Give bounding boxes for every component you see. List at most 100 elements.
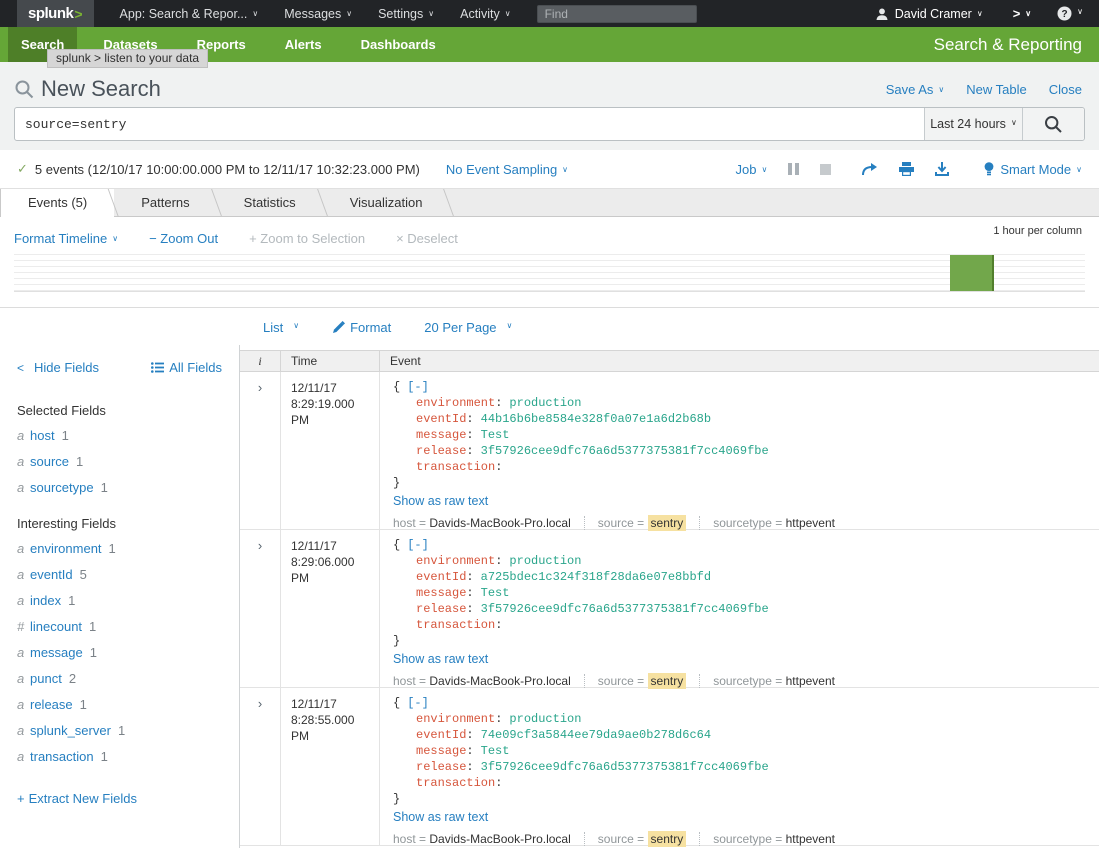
show-raw-text-link[interactable]: Show as raw text — [393, 810, 488, 824]
messages-menu[interactable]: Messages — [284, 7, 352, 21]
collapse-json-link[interactable]: [-] — [407, 380, 429, 394]
format-menu[interactable]: Format — [332, 320, 391, 335]
event-json: {[-] environment:production eventId:44b1… — [393, 379, 1089, 491]
field-type-prefix: a — [17, 479, 30, 496]
search-header: New Search Save As New Table Close Last … — [0, 62, 1099, 150]
field-type-prefix: a — [17, 722, 30, 739]
search-title-icon — [14, 79, 35, 100]
search-query-input[interactable] — [15, 108, 924, 140]
splunk-chevron-icon: > — [74, 6, 82, 22]
pause-job-button[interactable] — [788, 163, 799, 175]
event-timestamp: 12/11/17 8:29:06.000 PM — [281, 530, 380, 687]
timeline-histogram[interactable] — [14, 254, 1085, 292]
time-range-picker[interactable]: Last 24 hours — [924, 108, 1022, 140]
x-icon: × — [396, 231, 407, 246]
stop-job-button[interactable] — [820, 164, 831, 175]
field-type-prefix: a — [17, 427, 30, 444]
all-fields-link[interactable]: All Fields — [151, 360, 222, 375]
timeline-event-bar[interactable] — [950, 255, 994, 291]
close-link[interactable]: Close — [1049, 82, 1082, 97]
app-menu[interactable]: App: Search & Repor... — [120, 7, 259, 21]
field-item-host[interactable]: ahost1 — [0, 427, 239, 444]
events-table-header: i Time Event — [240, 350, 1099, 372]
field-type-prefix: a — [17, 453, 30, 470]
splunk-search-app: splunk > App: Search & Repor... Messages… — [0, 0, 1099, 848]
field-item-message[interactable]: amessage1 — [0, 644, 239, 661]
search-submit-button[interactable] — [1022, 108, 1084, 140]
field-item-punct[interactable]: apunct2 — [0, 670, 239, 687]
time-column-header: Time — [281, 351, 380, 371]
highlighted-value: sentry — [648, 673, 687, 689]
field-separator — [584, 674, 585, 688]
event-timestamp: 12/11/17 8:28:55.000 PM — [281, 688, 380, 845]
field-item-source[interactable]: asource1 — [0, 453, 239, 470]
activity-menu[interactable]: Activity — [460, 7, 510, 21]
host-field[interactable]: host = Davids-MacBook-Pro.local — [393, 674, 571, 688]
field-item-sourcetype[interactable]: asourcetype1 — [0, 479, 239, 496]
per-page-menu[interactable]: 20 Per Page — [424, 320, 512, 335]
expand-event-icon[interactable]: › — [258, 380, 262, 395]
host-field[interactable]: host = Davids-MacBook-Pro.local — [393, 516, 571, 530]
tab-events[interactable]: Events (5) — [0, 189, 114, 218]
export-button[interactable] — [935, 162, 949, 176]
zoom-out-button[interactable]: − Zoom Out — [149, 231, 218, 246]
field-item-splunk-server[interactable]: asplunk_server1 — [0, 722, 239, 739]
print-button[interactable] — [899, 162, 914, 176]
expand-event-icon[interactable]: › — [258, 696, 262, 711]
field-item-release[interactable]: arelease1 — [0, 696, 239, 713]
pause-icon — [788, 163, 799, 175]
new-table-link[interactable]: New Table — [966, 82, 1026, 97]
splunk-logo[interactable]: splunk > — [17, 0, 94, 27]
show-raw-text-link[interactable]: Show as raw text — [393, 494, 488, 508]
sourcetype-field[interactable]: sourcetype = httpevent — [713, 674, 835, 688]
field-separator — [584, 516, 585, 530]
job-menu[interactable]: Job — [736, 162, 768, 177]
settings-menu[interactable]: Settings — [378, 7, 434, 21]
source-field[interactable]: source = sentry — [598, 832, 686, 846]
tab-patterns[interactable]: Patterns — [114, 189, 216, 216]
find-input[interactable] — [537, 5, 697, 23]
collapse-json-link[interactable]: [-] — [407, 538, 429, 552]
quick-links-menu[interactable]: > — [1013, 6, 1031, 21]
event-sampling-menu[interactable]: No Event Sampling — [446, 162, 568, 177]
search-bar: Last 24 hours — [14, 107, 1085, 141]
field-item-transaction[interactable]: atransaction1 — [0, 748, 239, 765]
field-item-index[interactable]: aindex1 — [0, 592, 239, 609]
format-timeline-menu[interactable]: Format Timeline — [14, 231, 118, 246]
events-summary: 5 events (12/10/17 10:00:00.000 PM to 12… — [35, 162, 420, 177]
results-tabs: Events (5) Patterns Statistics Visualiza… — [0, 188, 1099, 217]
field-separator — [584, 832, 585, 846]
source-field[interactable]: source = sentry — [598, 516, 686, 530]
interesting-fields-heading: Interesting Fields — [0, 516, 239, 531]
expand-event-icon[interactable]: › — [258, 538, 262, 553]
event-field-values: host = Davids-MacBook-Pro.local source =… — [393, 674, 1089, 688]
list-view-menu[interactable]: List — [263, 320, 299, 335]
deselect-button[interactable]: × Deselect — [396, 231, 458, 246]
search-mode-menu[interactable]: Smart Mode — [984, 162, 1082, 177]
user-menu[interactable]: David Cramer — [895, 7, 983, 21]
nav-item-alerts[interactable]: Alerts — [272, 27, 335, 62]
host-field[interactable]: host = Davids-MacBook-Pro.local — [393, 832, 571, 846]
tab-visualization[interactable]: Visualization — [323, 189, 450, 216]
extract-new-fields-link[interactable]: Extract New Fields — [0, 791, 154, 806]
sourcetype-field[interactable]: sourcetype = httpevent — [713, 516, 835, 530]
source-field[interactable]: source = sentry — [598, 674, 686, 688]
nav-item-dashboards[interactable]: Dashboards — [348, 27, 449, 62]
share-job-button[interactable] — [862, 163, 878, 176]
save-as-menu[interactable]: Save As — [886, 82, 945, 97]
splunk-logo-tooltip: splunk > listen to your data — [47, 49, 208, 68]
print-icon — [899, 162, 914, 176]
field-item-eventid[interactable]: aeventId5 — [0, 566, 239, 583]
hide-fields-link[interactable]: Hide Fields — [17, 360, 99, 375]
tab-statistics[interactable]: Statistics — [217, 189, 323, 216]
event-row: › 12/11/17 8:29:06.000 PM {[-] environme… — [240, 530, 1099, 688]
minus-icon: − — [149, 231, 160, 246]
collapse-json-link[interactable]: [-] — [407, 696, 429, 710]
help-menu[interactable]: ? — [1057, 6, 1083, 21]
field-item-linecount[interactable]: #linecount1 — [0, 618, 239, 635]
sourcetype-field[interactable]: sourcetype = httpevent — [713, 832, 835, 846]
zoom-to-selection-button[interactable]: + Zoom to Selection — [249, 231, 365, 246]
event-json: {[-] environment:production eventId:74e0… — [393, 695, 1089, 807]
field-item-environment[interactable]: aenvironment1 — [0, 540, 239, 557]
show-raw-text-link[interactable]: Show as raw text — [393, 652, 488, 666]
